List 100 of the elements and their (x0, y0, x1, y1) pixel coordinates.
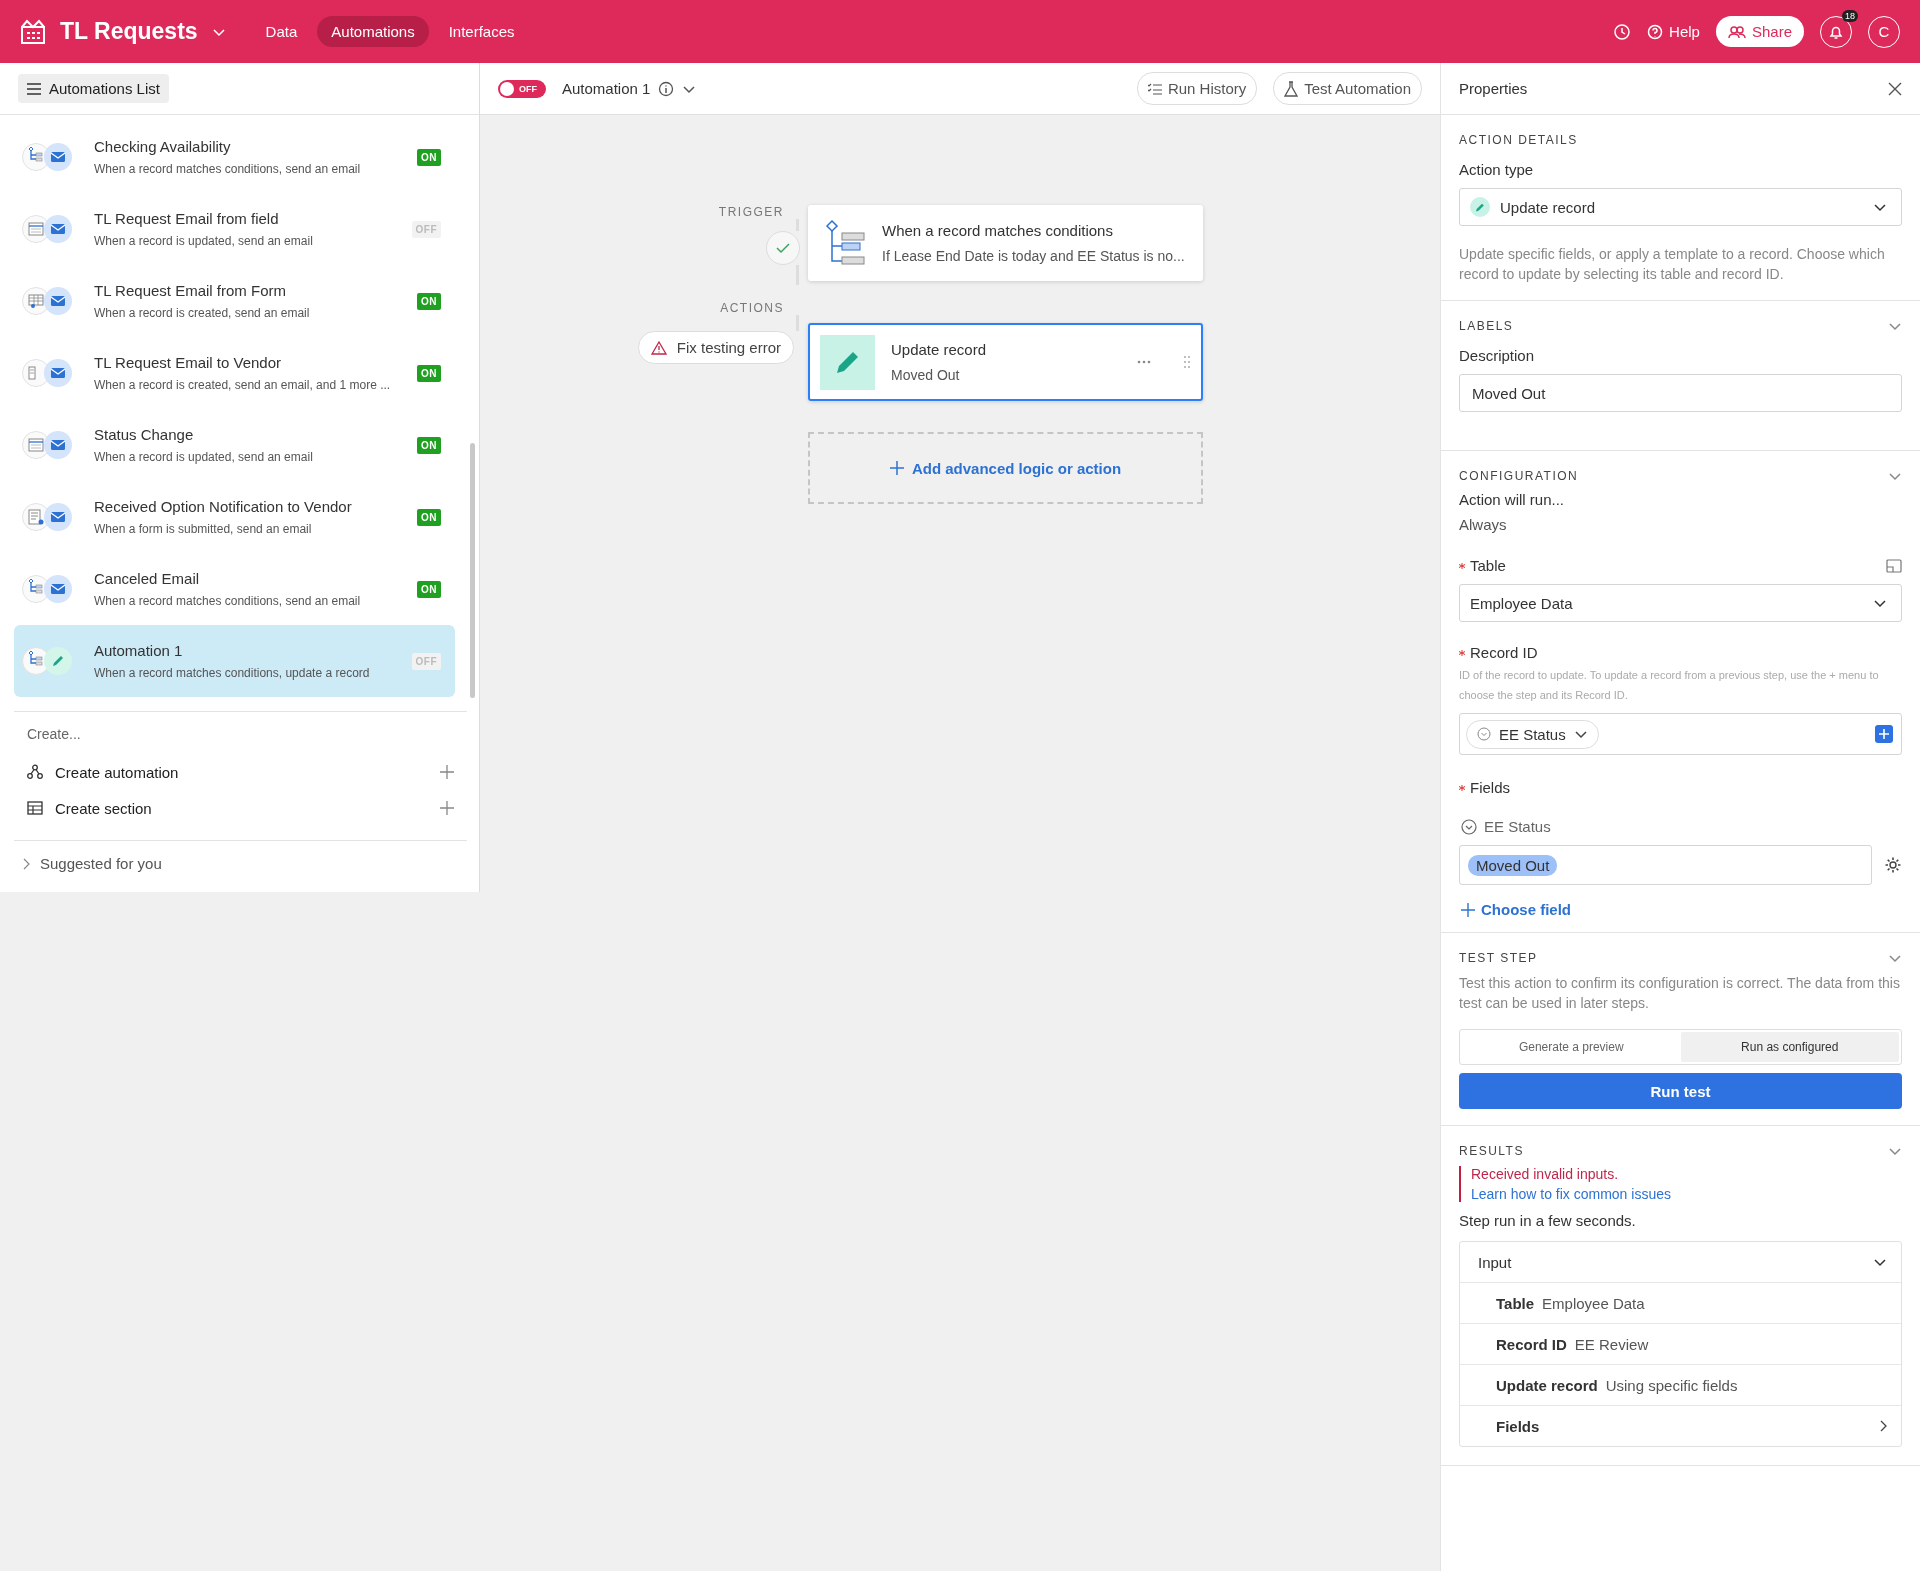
warning-icon (650, 340, 667, 355)
automation-description: When a record is updated, send an email (94, 450, 314, 464)
automation-name: Automation 1 (94, 642, 184, 659)
trigger-description: If Lease End Date is today and EE Status is no... (882, 248, 1186, 264)
automation-description: When a record matches conditions, send an email (94, 594, 362, 608)
error-message: Received invalid inputs. (1471, 1166, 1620, 1182)
flask-icon (1284, 80, 1299, 97)
trigger-card[interactable]: When a record matches conditions If Lease End Date is today and EE Status is no... (808, 205, 1203, 281)
run-history-button[interactable]: Run History (1136, 72, 1258, 105)
automation-item[interactable]: TL Request Email to Vendor When a record is created, send an email, and 1 more ... ON (14, 337, 455, 409)
history-icon[interactable] (1613, 22, 1632, 41)
required-icon (1459, 649, 1465, 656)
pencil-icon (1470, 197, 1490, 217)
action-card[interactable]: Update record Moved Out (808, 323, 1203, 401)
checklist-icon (1147, 82, 1162, 95)
field-label: Table (1470, 557, 1506, 574)
envelope-icon (44, 287, 72, 315)
automation-description: When a record is updated, send an email (94, 234, 314, 248)
add-icon[interactable] (1875, 725, 1893, 743)
status-badge: ON (417, 148, 441, 166)
automation-name: Checking Availability (94, 138, 232, 155)
create-item[interactable]: Create section (14, 790, 467, 826)
actions-label: ACTIONS (720, 301, 784, 315)
pencil-icon (44, 647, 72, 675)
field-label: Description (1459, 347, 1536, 364)
input-row-toggle[interactable]: Fields (1460, 1405, 1901, 1446)
envelope-icon (44, 575, 72, 603)
create-item[interactable]: Create automation (14, 754, 467, 790)
choose-field-button[interactable]: Choose field (1461, 901, 1902, 918)
automation-name: Status Change (94, 426, 195, 443)
section-heading: ACTION DETAILS (1459, 133, 1578, 147)
nav-tab[interactable]: Automations (317, 16, 429, 47)
run-test-button[interactable]: Run test (1459, 1073, 1902, 1109)
record-id-field[interactable]: EE Status (1459, 713, 1902, 755)
help-text: Test this action to confirm its configuration is correct. The data from this test can be used in later steps. (1459, 974, 1901, 1013)
envelope-icon (44, 215, 72, 243)
nav-tab[interactable]: Interfaces (434, 16, 529, 47)
table-dropdown[interactable]: Employee Data (1459, 584, 1902, 622)
nav-tab[interactable]: Data (251, 16, 312, 47)
people-icon (1727, 24, 1746, 39)
input-value: EE Review (1574, 1335, 1649, 1353)
scrollbar[interactable] (470, 443, 475, 698)
input-value: Employee Data (1542, 1294, 1645, 1312)
automation-item[interactable]: Status Change When a record is updated, send an email ON (14, 409, 455, 481)
settings-icon[interactable] (1884, 856, 1902, 874)
action-type-dropdown[interactable]: Update record (1459, 188, 1902, 226)
logo-icon (20, 18, 46, 45)
close-icon[interactable] (1888, 81, 1902, 96)
plus-icon[interactable] (440, 765, 454, 779)
plus-icon[interactable] (440, 801, 454, 815)
automation-item[interactable]: Checking Availability When a record matches conditions, send an email ON (14, 121, 455, 193)
envelope-icon (44, 431, 72, 459)
plus-icon (1461, 902, 1475, 917)
trigger-title: When a record matches conditions (882, 222, 1114, 239)
mode-option[interactable]: Generate a preview (1462, 1032, 1681, 1062)
automation-description: When a record matches conditions, update a record (94, 666, 371, 680)
create-heading: Create... (26, 726, 82, 742)
expand-icon[interactable] (1886, 558, 1902, 573)
help-icon (1647, 23, 1664, 40)
run-condition: Always (1459, 516, 1508, 533)
share-button[interactable]: Share (1715, 16, 1804, 47)
help-link[interactable]: Learn how to fix common issues (1471, 1186, 1902, 1202)
action-description: Moved Out (891, 367, 961, 383)
table-icon (27, 800, 43, 816)
fix-testing-error-button[interactable]: Fix testing error (637, 331, 794, 364)
automation-title: Automation 1 (562, 80, 651, 97)
add-logic-or-action-button[interactable]: Add advanced logic or action (808, 432, 1203, 504)
field-value-input[interactable]: Moved Out (1459, 845, 1872, 885)
info-icon[interactable] (658, 80, 675, 97)
automation-item[interactable]: TL Request Email from Form When a record is created, send an email ON (14, 265, 455, 337)
automation-description: When a form is submitted, send an email (94, 522, 313, 536)
input-toggle[interactable]: Input (1460, 1242, 1901, 1282)
more-icon[interactable] (1137, 360, 1151, 364)
input-key: Table (1496, 1294, 1535, 1312)
section-heading: TEST STEP (1459, 951, 1538, 965)
on-off-toggle[interactable]: OFF (498, 79, 546, 98)
status-badge: ON (417, 580, 441, 598)
notification-count: 18 (1842, 9, 1858, 22)
help-text: Update specific fields, or apply a template to a record. Choose which record to update by selecting its table and record ID. (1459, 245, 1886, 284)
nodes-icon (27, 764, 43, 780)
test-automation-button[interactable]: Test Automation (1273, 72, 1422, 105)
automation-item[interactable]: Canceled Email When a record matches conditions, send an email ON (14, 553, 455, 625)
drag-handle-icon[interactable] (1183, 355, 1191, 369)
automation-item[interactable]: Received Option Notification to Vendor When a form is submitted, send an email ON (14, 481, 455, 553)
trigger-label: TRIGGER (718, 205, 784, 219)
required-icon (1459, 784, 1465, 791)
suggested-toggle[interactable]: Suggested for you (14, 840, 467, 886)
automation-name: TL Request Email from Form (94, 282, 287, 299)
field-label: Action type (1459, 161, 1535, 178)
description-input[interactable]: Moved Out (1459, 374, 1902, 412)
run-summary: Step run in a few seconds. (1459, 1212, 1637, 1229)
mode-option[interactable]: Run as configured (1680, 1032, 1899, 1062)
help-button[interactable]: Help (1647, 23, 1700, 40)
field-label: Action will run... (1459, 491, 1566, 508)
input-key: Record ID (1496, 1335, 1567, 1353)
section-heading: LABELS (1459, 319, 1514, 333)
automation-description: When a record is created, send an email (94, 306, 311, 320)
automation-description: When a record is created, send an email, and 1 more ... (94, 378, 392, 392)
automations-list-button[interactable]: Automations List (18, 74, 169, 103)
envelope-icon (44, 359, 72, 387)
